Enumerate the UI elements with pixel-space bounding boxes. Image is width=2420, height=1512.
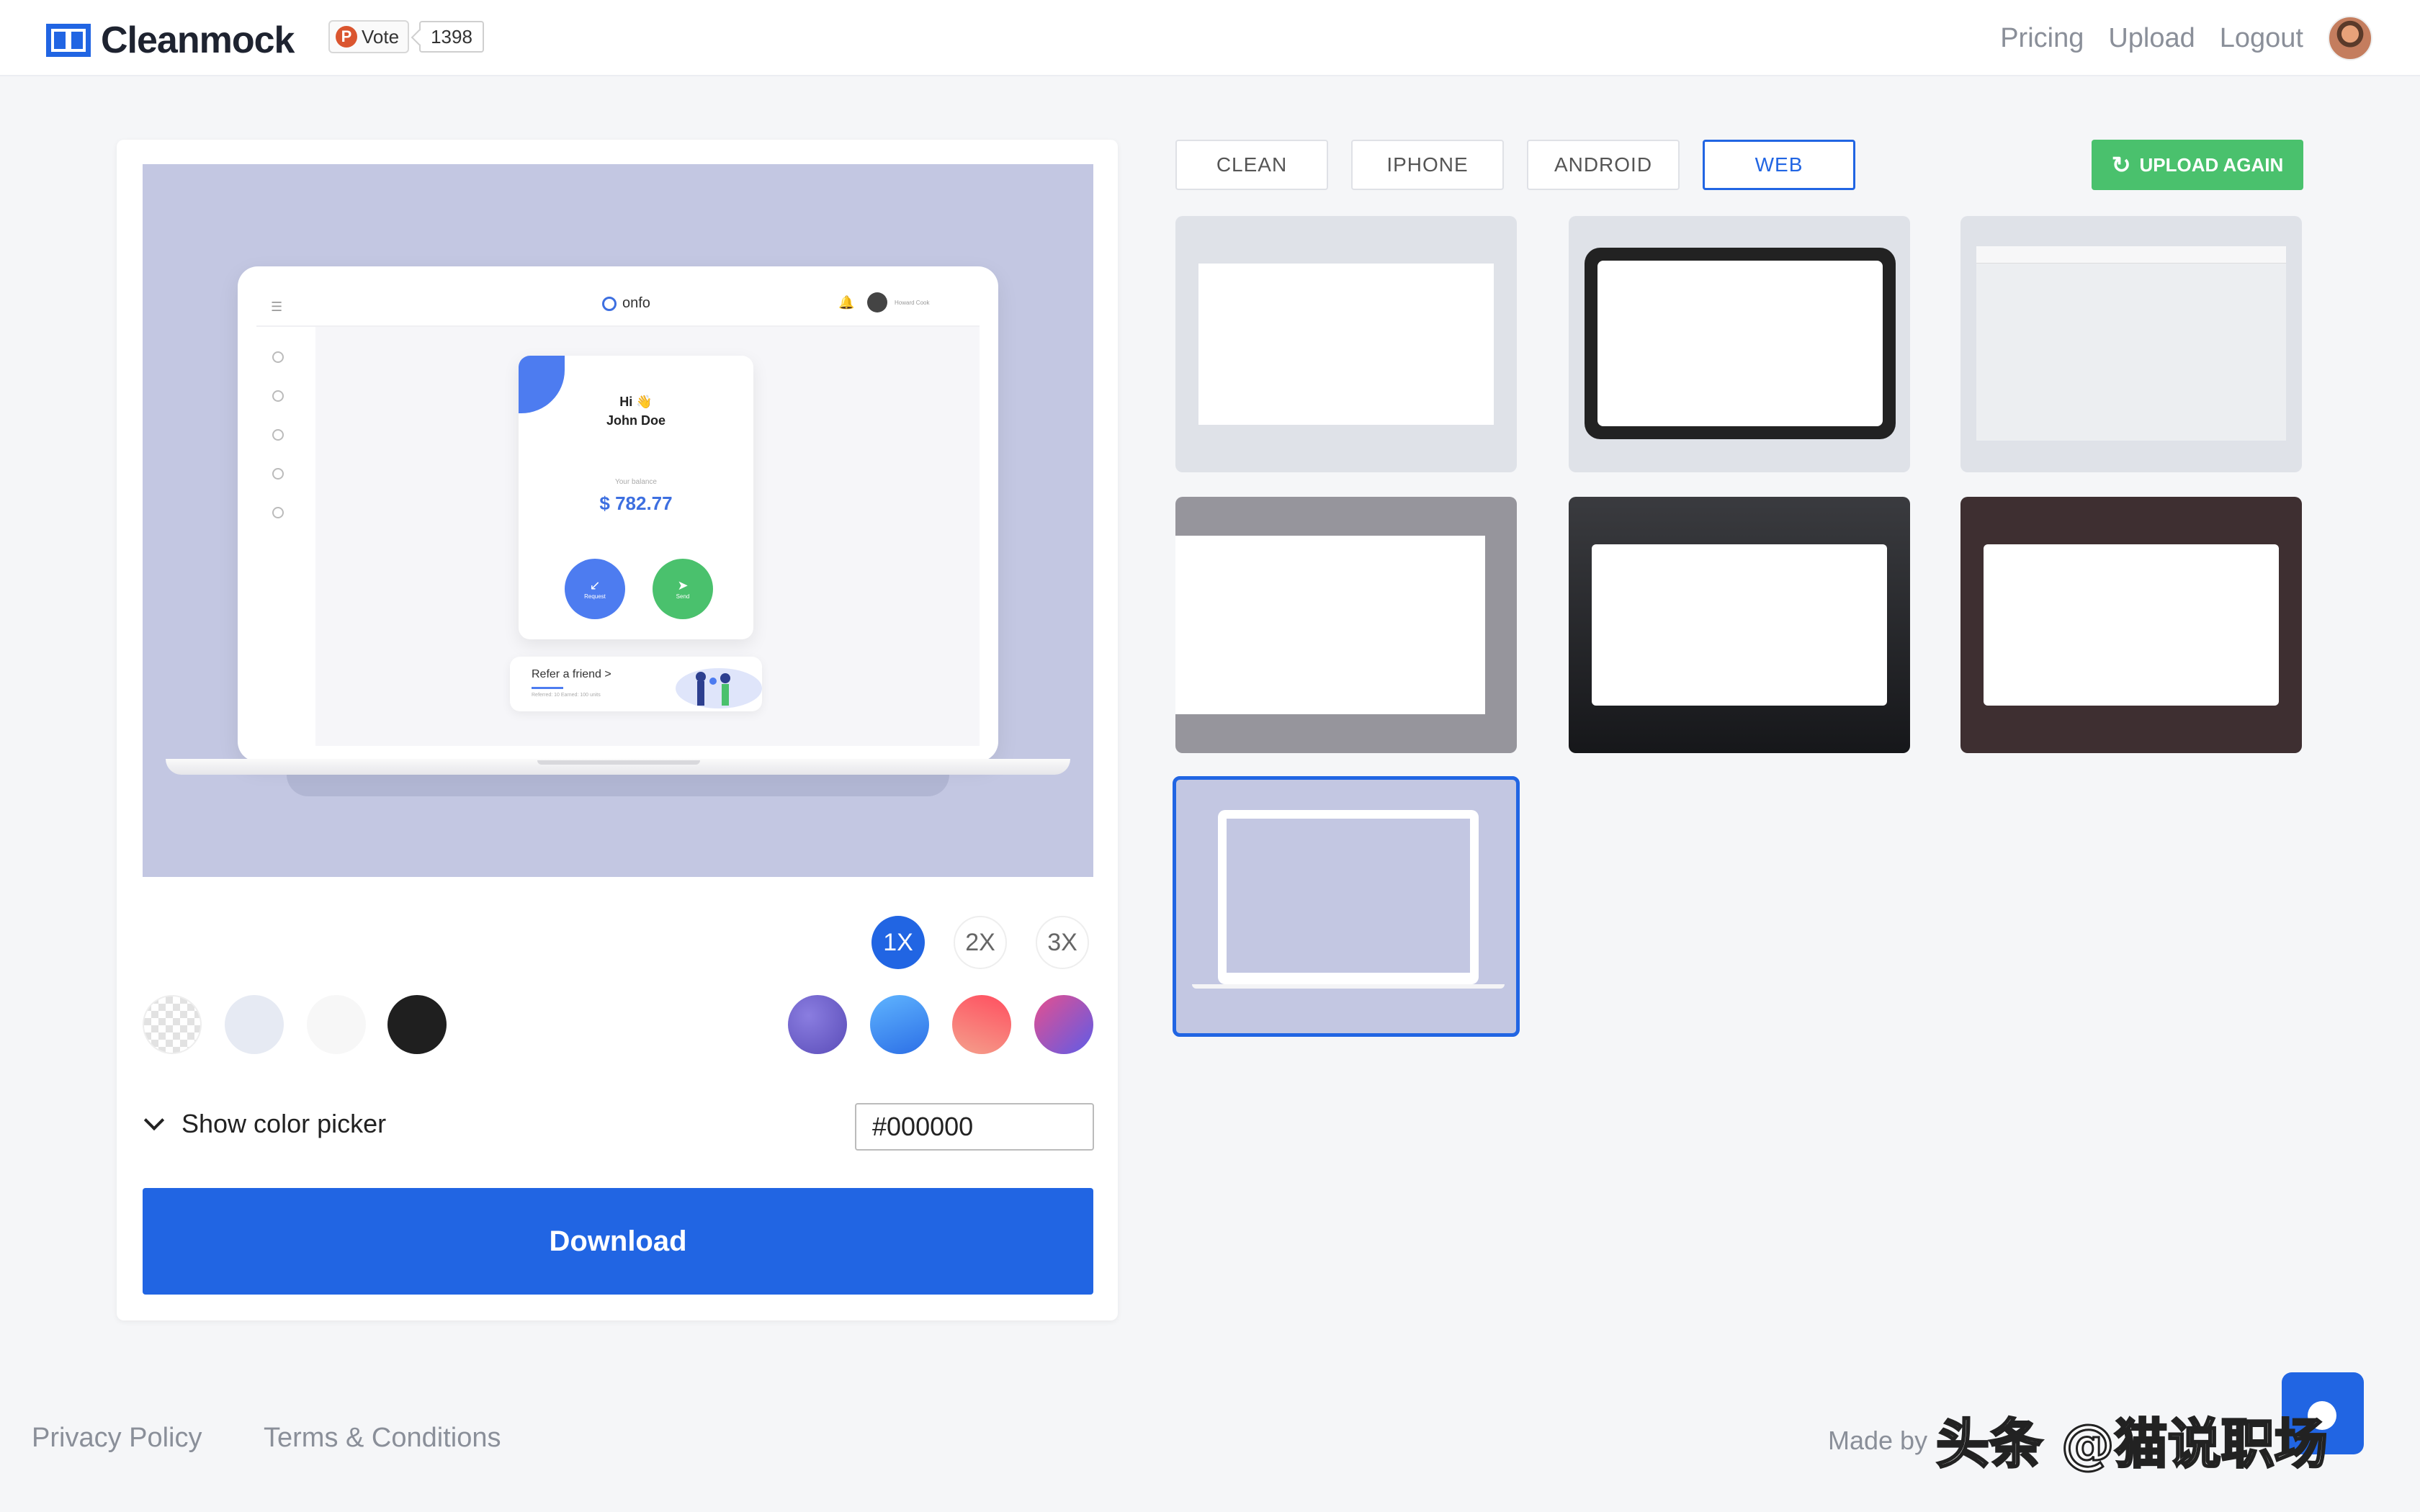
refer-card: Refer a friend > Referred: 10 Earned: 10… [510,657,762,711]
laptop-base [1192,984,1505,989]
color-picker-label: Show color picker [182,1109,387,1138]
scale-1x-button[interactable]: 1X [871,916,925,969]
product-hunt-icon: P [336,26,357,48]
laptop-shadow [287,775,949,796]
vote-label: Vote [362,25,400,48]
app-sidebar [256,327,314,746]
upload-again-button[interactable]: ↻ UPLOAD AGAIN [2092,140,2303,190]
upload-again-label: UPLOAD AGAIN [2139,153,2284,176]
scale-2x-button[interactable]: 2X [954,916,1007,969]
swatch-white[interactable] [307,995,366,1054]
home-icon [272,351,284,363]
frame-screen [1984,544,2279,706]
privacy-policy-link[interactable]: Privacy Policy [32,1423,202,1454]
scale-3x-button[interactable]: 3X [1036,916,1089,969]
tab-android[interactable]: ANDROID [1527,140,1680,190]
refer-illustration [676,668,762,708]
mockup-preview: ☰ onfo 🔔 Howard Cook Hi 👋 John Doe Your … [143,164,1093,877]
browser-toolbar [1976,246,2286,264]
app-user: Howard Cook [867,292,929,312]
app-topbar: ☰ onfo 🔔 Howard Cook [256,282,980,327]
menu-icon: ☰ [271,300,283,314]
frame-screen [1227,819,1470,973]
frame-option-brown[interactable] [1960,497,2302,753]
terms-link[interactable]: Terms & Conditions [264,1423,501,1454]
app-main: Hi 👋 John Doe Your balance $ 782.77 ↙ Req… [315,327,980,746]
swatch-black[interactable] [387,995,447,1054]
download-button[interactable]: Download [143,1188,1093,1295]
arrow-down-left-icon: ↙ [589,578,601,593]
brand-logo[interactable]: Cleanmock [46,19,295,62]
balance-label: Your balance [614,478,657,486]
frame-screen [1175,536,1485,714]
clock-icon [272,390,284,402]
send-label: Send [676,593,690,600]
made-by-text: Made by [1828,1426,1928,1455]
laptop-notch [537,760,700,765]
swatch-transparent[interactable] [143,995,202,1054]
nav-pricing[interactable]: Pricing [2000,23,2084,54]
greeting: Hi 👋 [619,395,653,409]
hex-color-input[interactable] [855,1103,1094,1151]
nav-upload[interactable]: Upload [2108,23,2195,54]
swatch-light-blue[interactable] [225,995,284,1054]
swatch-magenta-gradient[interactable] [1034,995,1093,1054]
paper-plane-icon: ➤ [677,578,689,593]
frame-option-dark[interactable] [1569,497,1910,753]
tab-clean[interactable]: CLEAN [1175,140,1328,190]
refer-progress [532,687,563,689]
browser-window [1976,246,2286,441]
frame-option-plain[interactable] [1175,216,1517,472]
refresh-icon: ↻ [2111,152,2131,178]
user-avatar[interactable] [2328,16,2372,60]
doc-icon [272,429,284,441]
swatch-blue-gradient[interactable] [870,995,929,1054]
swatch-red-gradient[interactable] [952,995,1011,1054]
preview-card: ☰ onfo 🔔 Howard Cook Hi 👋 John Doe Your … [117,140,1118,1320]
request-label: Request [584,593,606,600]
frame-option-laptop[interactable] [1173,776,1520,1037]
tab-web[interactable]: WEB [1703,140,1855,190]
nav-logout[interactable]: Logout [2220,23,2303,54]
frame-option-tablet[interactable] [1569,216,1910,472]
chevron-down-icon [143,1110,165,1131]
top-header: Cleanmock P Vote 1398 Pricing Upload Log… [0,0,2420,76]
bell-icon: 🔔 [838,295,855,310]
app-brand: onfo [602,295,650,312]
frame-option-browser[interactable] [1960,216,2302,472]
app-brand-name: onfo [622,295,650,311]
app-logo-icon [602,296,617,311]
product-hunt-badge[interactable]: P Vote 1398 [328,20,484,53]
frame-screen [1597,261,1883,426]
share-icon [272,468,284,480]
settings-icon [272,507,284,518]
color-picker-toggle[interactable]: Show color picker [143,1109,386,1139]
frame-option-gray[interactable] [1175,497,1517,753]
watermark-text: 头条 @猫说职场 [1935,1413,2329,1477]
wallet-card: Hi 👋 John Doe Your balance $ 782.77 ↙ Req… [519,356,753,639]
user-name: John Doe [606,413,666,428]
app-user-name: Howard Cook [895,299,930,306]
app-user-avatar [867,292,887,312]
send-button: ➤ Send [653,559,713,619]
refer-title: Refer a friend > [532,668,611,680]
top-nav: Pricing Upload Logout [1976,16,2372,60]
logo-icon [46,24,91,57]
laptop-screen: ☰ onfo 🔔 Howard Cook Hi 👋 John Doe Your … [238,266,998,762]
tab-iphone[interactable]: IPHONE [1351,140,1504,190]
swatch-purple-gradient[interactable] [788,995,847,1054]
refer-subtitle: Referred: 10 Earned: 100 units [532,693,601,698]
vote-button[interactable]: P Vote [328,20,410,53]
balance-value: $ 782.77 [599,492,673,514]
frame-screen [1592,544,1887,706]
frame-screen [1198,264,1494,425]
screenshot-app: ☰ onfo 🔔 Howard Cook Hi 👋 John Doe Your … [256,282,980,746]
vote-count: 1398 [419,21,484,53]
request-button: ↙ Request [565,559,625,619]
brand-name: Cleanmock [101,19,295,61]
